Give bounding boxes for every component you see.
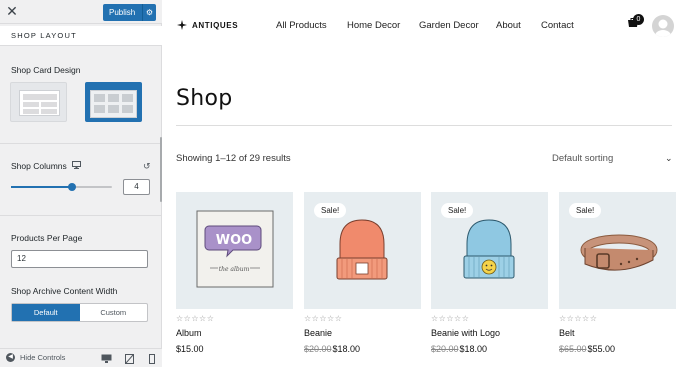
publish-label: Publish [109, 8, 136, 17]
nav-home-decor[interactable]: Home Decor [347, 20, 400, 31]
publish-settings-gear-icon[interactable]: ⚙ [142, 4, 156, 21]
old-price: $20.00 [431, 344, 459, 354]
rating-stars: ☆☆☆☆☆ [304, 314, 343, 323]
divider [0, 215, 162, 216]
reset-icon[interactable]: ↺ [143, 161, 151, 172]
close-icon[interactable]: ✕ [3, 2, 21, 20]
slider-handle[interactable] [67, 183, 76, 191]
product-price: $15.00 [176, 344, 204, 354]
old-price: $65.00 [559, 344, 587, 354]
rating-stars: ☆☆☆☆☆ [559, 314, 598, 323]
sparkle-logo-icon [177, 20, 187, 30]
archive-width-default-button[interactable]: Default [12, 304, 80, 321]
svg-text:WOO: WOO [216, 233, 252, 248]
chevron-down-icon[interactable]: ⌄ [665, 153, 673, 164]
mobile-preview-icon[interactable] [149, 354, 155, 364]
site-logo-text: ANTIQUES [192, 20, 239, 30]
card-design-option-list[interactable] [10, 82, 67, 122]
shop-columns-label: Shop Columns [11, 161, 67, 171]
nav-about[interactable]: About [496, 20, 521, 31]
product-price: $20.00$18.00 [431, 344, 488, 354]
nav-all-products[interactable]: All Products [276, 20, 327, 31]
archive-width-label: Shop Archive Content Width [11, 286, 118, 296]
product-image[interactable]: Sale! [559, 192, 676, 309]
product-card-album[interactable]: WOO the album ☆☆☆☆☆ Album $15.00 [176, 192, 293, 354]
woo-album-icon: WOO the album [196, 210, 274, 288]
section-title: SHOP LAYOUT [11, 31, 77, 40]
sale-badge: Sale! [569, 203, 602, 218]
rating-stars: ☆☆☆☆☆ [431, 314, 470, 323]
customizer-screen: ✕ Publish ⚙ SHOP LAYOUT Shop Card Design [0, 0, 680, 367]
desktop-device-icon[interactable] [72, 161, 81, 169]
shop-columns-slider[interactable] [11, 183, 112, 191]
divider [0, 143, 162, 144]
nav-garden-decor[interactable]: Garden Decor [419, 20, 479, 31]
sidebar-header: ✕ Publish ⚙ [0, 0, 162, 24]
chevron-left-icon: ◀ [6, 353, 15, 362]
hide-controls-label: Hide Controls [20, 353, 66, 362]
avatar-icon [655, 19, 671, 37]
section-header: SHOP LAYOUT [0, 26, 162, 46]
product-image[interactable]: Sale! [431, 192, 548, 309]
sorting-select[interactable]: Default sorting [552, 153, 613, 164]
tablet-preview-icon[interactable] [125, 354, 134, 364]
site-logo[interactable]: ANTIQUES [177, 20, 238, 30]
old-price: $20.00 [304, 344, 332, 354]
card-design-list-preview-icon [19, 90, 60, 116]
result-count: Showing 1–12 of 29 results [176, 153, 291, 164]
products-per-page-input[interactable]: 12 [11, 250, 148, 268]
user-avatar[interactable] [652, 15, 674, 37]
store-preview: ANTIQUES All Products Home Decor Garden … [163, 0, 680, 367]
shop-card-design-label: Shop Card Design [11, 65, 81, 75]
product-name[interactable]: Beanie with Logo [431, 328, 548, 338]
archive-width-toggle: Default Custom [11, 303, 148, 322]
customizer-sidebar: ✕ Publish ⚙ SHOP LAYOUT Shop Card Design [0, 0, 162, 367]
svg-text:the album: the album [219, 266, 250, 273]
product-image[interactable]: Sale! [304, 192, 421, 309]
products-per-page-label: Products Per Page [11, 233, 83, 243]
product-card-belt[interactable]: Sale! ☆☆☆☆☆ Belt $65.00$55.00 [559, 192, 676, 354]
card-design-grid-preview-icon [90, 90, 137, 118]
cart-count-badge: 0 [633, 14, 644, 25]
sidebar-footer: ◀ Hide Controls [0, 348, 162, 367]
title-divider [176, 125, 672, 126]
shop-columns-input[interactable]: 4 [123, 179, 150, 195]
product-price: $65.00$55.00 [559, 344, 616, 354]
product-image[interactable]: WOO the album [176, 192, 293, 309]
product-price: $20.00$18.00 [304, 344, 361, 354]
product-name[interactable]: Belt [559, 328, 676, 338]
desktop-preview-icon[interactable] [101, 354, 112, 363]
product-name[interactable]: Beanie [304, 328, 421, 338]
slider-fill [11, 186, 72, 188]
nav-contact[interactable]: Contact [541, 20, 574, 31]
hide-controls-button[interactable]: ◀ Hide Controls [6, 353, 65, 362]
page-title: Shop [176, 86, 233, 111]
sale-badge: Sale! [314, 203, 347, 218]
publish-button[interactable]: Publish ⚙ [103, 4, 156, 21]
sale-badge: Sale! [441, 203, 474, 218]
sidebar-scrollbar[interactable] [160, 137, 162, 202]
product-card-beanie[interactable]: Sale! ☆☆☆☆☆ Beanie $20.00$18.00 [304, 192, 421, 354]
product-card-beanie-with-logo[interactable]: Sale! ☆☆☆☆☆ Beanie with Logo $20.00$18.0… [431, 192, 548, 354]
rating-stars: ☆☆☆☆☆ [176, 314, 215, 323]
archive-width-custom-button[interactable]: Custom [80, 304, 148, 321]
product-name[interactable]: Album [176, 328, 293, 338]
card-design-option-grid-selected[interactable] [85, 82, 142, 122]
